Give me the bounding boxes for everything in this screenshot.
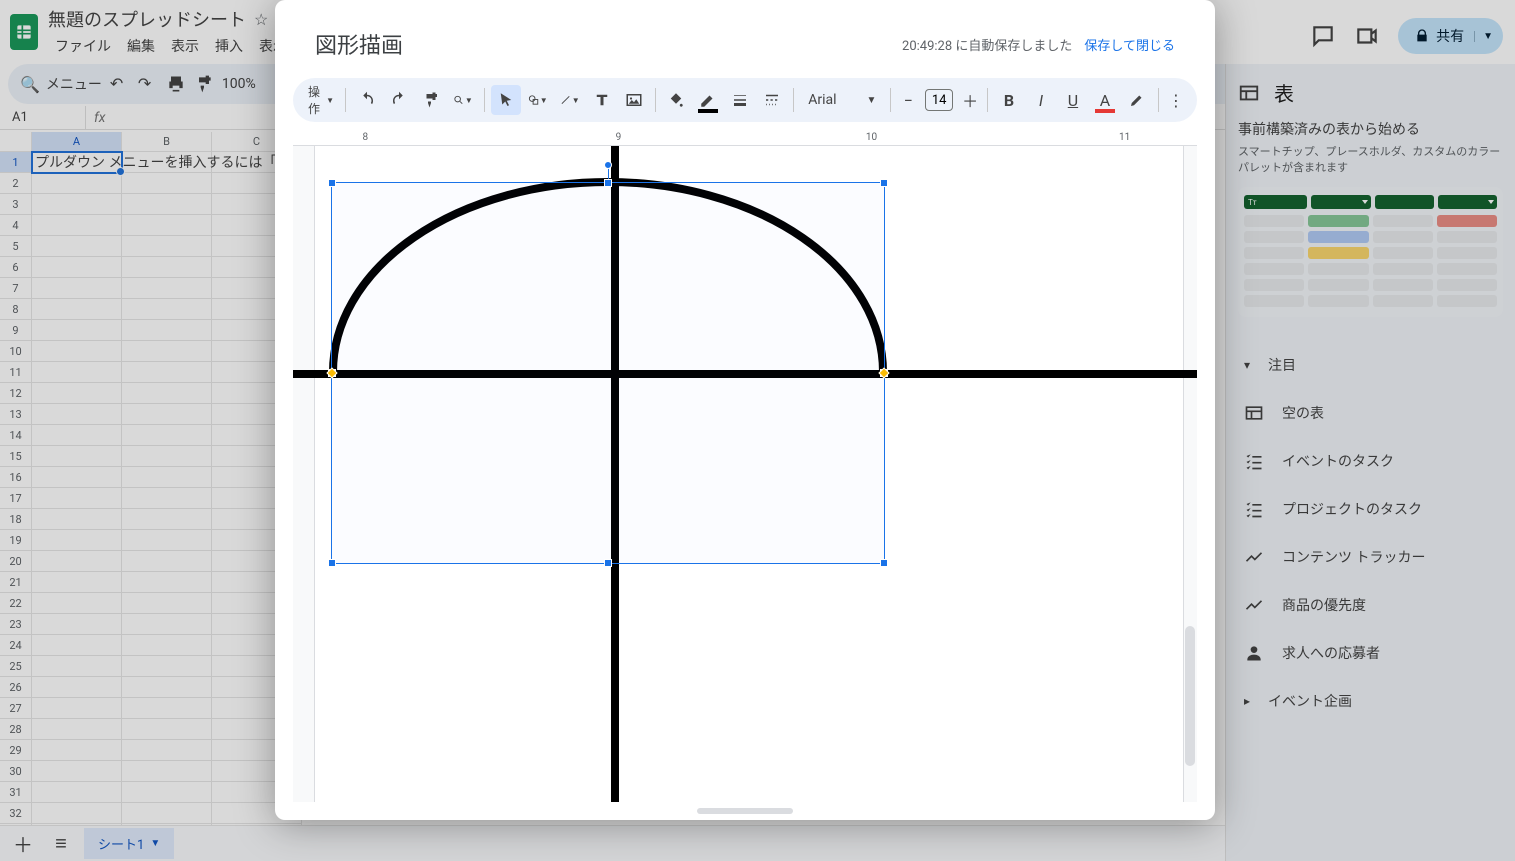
selection-bounding-box[interactable] bbox=[331, 182, 885, 564]
drawing-modal: 図形描画 20:49:28 に自動保存しました 保存して閉じる 操作▼ ▼ ▼ … bbox=[275, 0, 1215, 820]
resize-handle-tl[interactable] bbox=[328, 179, 336, 187]
undo-button[interactable] bbox=[352, 85, 382, 115]
bold-button[interactable]: B bbox=[994, 85, 1024, 115]
more-button[interactable]: ⋮ bbox=[1165, 85, 1187, 115]
zoom-button[interactable]: ▼ bbox=[448, 85, 478, 115]
drawing-header: 図形描画 20:49:28 に自動保存しました 保存して閉じる bbox=[275, 0, 1215, 70]
ruler-tick: 11 bbox=[1119, 132, 1130, 143]
line-tool[interactable]: ▼ bbox=[555, 85, 585, 115]
actions-menu[interactable]: 操作▼ bbox=[303, 85, 339, 115]
underline-button[interactable]: U bbox=[1058, 85, 1088, 115]
resize-handle-tr[interactable] bbox=[880, 179, 888, 187]
resize-handle-bm[interactable] bbox=[604, 559, 612, 567]
resize-handle-tm[interactable] bbox=[604, 179, 612, 187]
ruler-tick: 8 bbox=[363, 132, 369, 143]
drawing-canvas[interactable] bbox=[293, 146, 1197, 802]
rotation-handle[interactable] bbox=[604, 161, 612, 169]
autosave-status: 20:49:28 に自動保存しました bbox=[902, 35, 1072, 54]
fill-color-button[interactable] bbox=[661, 85, 691, 115]
italic-button[interactable]: I bbox=[1026, 85, 1056, 115]
border-color-button[interactable] bbox=[693, 85, 723, 115]
modal-resize-handle[interactable] bbox=[697, 808, 793, 814]
text-color-button[interactable]: A bbox=[1090, 85, 1120, 115]
resize-handle-bl[interactable] bbox=[328, 559, 336, 567]
horizontal-ruler[interactable]: 8 9 10 11 bbox=[293, 128, 1197, 146]
paint-format-button[interactable] bbox=[416, 85, 446, 115]
font-size-input[interactable]: 14 bbox=[925, 89, 953, 111]
drawing-title: 図形描画 bbox=[315, 28, 403, 60]
font-family-dropdown[interactable]: Arial▼ bbox=[800, 92, 884, 108]
ruler-tick: 9 bbox=[616, 132, 622, 143]
highlight-button[interactable] bbox=[1122, 85, 1152, 115]
increase-font-button[interactable]: ＋ bbox=[959, 88, 981, 112]
border-weight-button[interactable] bbox=[725, 85, 755, 115]
drawing-toolbar: 操作▼ ▼ ▼ ▼ Arial▼ − 14 ＋ B I U A ⋮ bbox=[293, 78, 1197, 122]
textbox-tool[interactable] bbox=[587, 85, 617, 115]
save-and-close-button[interactable]: 保存して閉じる bbox=[1084, 35, 1175, 54]
decrease-font-button[interactable]: − bbox=[897, 88, 919, 112]
image-tool[interactable] bbox=[619, 85, 649, 115]
font-size-control: − 14 ＋ bbox=[897, 88, 981, 112]
resize-handle-br[interactable] bbox=[880, 559, 888, 567]
select-tool[interactable] bbox=[491, 85, 521, 115]
redo-button[interactable] bbox=[384, 85, 414, 115]
ruler-tick: 10 bbox=[866, 132, 877, 143]
border-dash-button[interactable] bbox=[757, 85, 787, 115]
shape-tool[interactable]: ▼ bbox=[523, 85, 553, 115]
